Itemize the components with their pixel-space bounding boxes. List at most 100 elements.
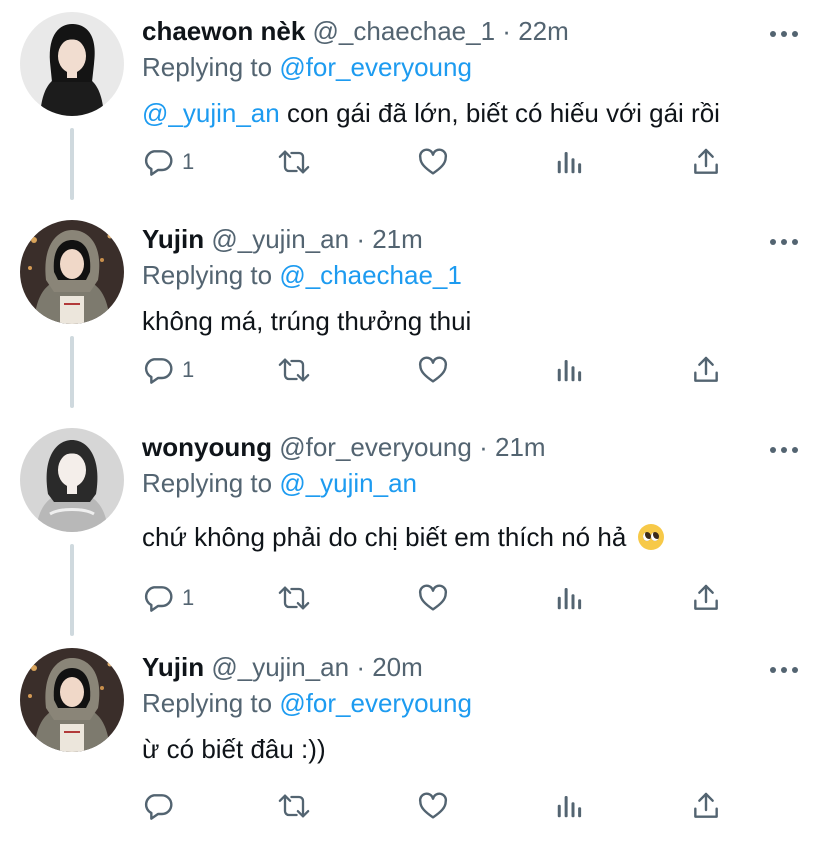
retweet-button[interactable] bbox=[276, 142, 312, 182]
share-button[interactable] bbox=[690, 350, 722, 390]
share-icon bbox=[694, 356, 718, 382]
reply-icon bbox=[144, 794, 173, 820]
separator: · bbox=[502, 16, 511, 46]
retweet-icon bbox=[278, 150, 310, 174]
replying-to-handle[interactable]: @_chaechae_1 bbox=[279, 260, 462, 290]
separator: · bbox=[479, 432, 488, 462]
tweet-header: wonyoung @for_everyoung · 21m bbox=[142, 430, 748, 464]
tweet-text: chứ không phải do chị biết em thích nó h… bbox=[142, 520, 664, 554]
separator: · bbox=[356, 652, 365, 682]
tweet-text: không má, trúng thưởng thui bbox=[142, 304, 471, 338]
tweet-text: ừ có biết đâu :)) bbox=[142, 732, 326, 766]
user-handle[interactable]: @_yujin_an bbox=[211, 652, 349, 682]
replying-to: Replying to @_yujin_an bbox=[142, 466, 417, 500]
tweet-text-content: ừ có biết đâu :)) bbox=[142, 734, 326, 764]
like-icon bbox=[418, 356, 448, 383]
display-name[interactable]: Yujin bbox=[142, 224, 204, 254]
like-icon bbox=[418, 792, 448, 819]
replying-to: Replying to @for_everyoung bbox=[142, 50, 472, 84]
share-icon bbox=[694, 148, 718, 174]
like-icon bbox=[418, 584, 448, 611]
replying-to: Replying to @for_everyoung bbox=[142, 686, 472, 720]
tweet-text: @_yujin_an con gái đã lớn, biết có hiếu … bbox=[142, 96, 720, 130]
reply-button[interactable]: 1 bbox=[142, 350, 194, 390]
display-name[interactable]: chaewon nèk bbox=[142, 16, 305, 46]
share-icon bbox=[694, 792, 718, 818]
tweet[interactable]: chaewon nèk @_chaechae_1 · 22m Replying … bbox=[0, 0, 828, 208]
pleading-face-emoji bbox=[637, 524, 664, 550]
tweet[interactable]: Yujin @_yujin_an · 20m Replying to @for_… bbox=[0, 636, 828, 844]
tweet[interactable]: Yujin @_yujin_an · 21m Replying to @_cha… bbox=[0, 208, 828, 416]
analytics-icon bbox=[557, 796, 582, 818]
replying-to-handle[interactable]: @for_everyoung bbox=[279, 688, 472, 718]
avatar-yujin[interactable] bbox=[20, 220, 124, 324]
avatar-wonyoung[interactable] bbox=[20, 428, 124, 532]
timestamp[interactable]: 21m bbox=[372, 224, 423, 254]
reply-button[interactable]: 1 bbox=[142, 142, 194, 182]
reply-button[interactable]: 1 bbox=[142, 578, 194, 618]
display-name[interactable]: wonyoung bbox=[142, 432, 272, 462]
reply-icon bbox=[144, 586, 173, 612]
tweet-text-content: không má, trúng thưởng thui bbox=[142, 306, 472, 336]
share-button[interactable] bbox=[690, 578, 722, 618]
replying-to-label: Replying to bbox=[142, 468, 280, 498]
like-button[interactable] bbox=[416, 350, 450, 390]
replying-to-label: Replying to bbox=[142, 260, 280, 290]
analytics-icon bbox=[557, 152, 582, 174]
avatar-chaewon[interactable] bbox=[20, 12, 124, 116]
reply-count: 1 bbox=[182, 149, 195, 174]
tweet-text-content: chứ không phải do chị biết em thích nó h… bbox=[142, 522, 627, 552]
more-options-icon[interactable] bbox=[770, 30, 798, 38]
retweet-button[interactable] bbox=[276, 578, 312, 618]
analytics-button[interactable] bbox=[554, 350, 584, 390]
user-handle[interactable]: @for_everyoung bbox=[279, 432, 472, 462]
reply-icon bbox=[144, 150, 173, 176]
more-options-icon[interactable] bbox=[770, 446, 798, 454]
analytics-button[interactable] bbox=[554, 578, 584, 618]
analytics-button[interactable] bbox=[554, 142, 584, 182]
timestamp[interactable]: 21m bbox=[495, 432, 546, 462]
more-options-icon[interactable] bbox=[770, 238, 798, 246]
replying-to-handle[interactable]: @_yujin_an bbox=[279, 468, 417, 498]
user-handle[interactable]: @_chaechae_1 bbox=[313, 16, 496, 46]
reply-count: 1 bbox=[182, 357, 195, 382]
replying-to: Replying to @_chaechae_1 bbox=[142, 258, 462, 292]
like-button[interactable] bbox=[416, 786, 450, 826]
retweet-icon bbox=[278, 586, 310, 610]
replying-to-handle[interactable]: @for_everyoung bbox=[279, 52, 472, 82]
reply-button[interactable] bbox=[142, 786, 182, 826]
like-icon bbox=[418, 148, 448, 175]
tweet-header: Yujin @_yujin_an · 20m bbox=[142, 650, 748, 684]
tweet-actions: 1 bbox=[142, 142, 742, 182]
timestamp[interactable]: 22m bbox=[518, 16, 569, 46]
tweet-header: Yujin @_yujin_an · 21m bbox=[142, 222, 748, 256]
replying-to-label: Replying to bbox=[142, 688, 280, 718]
reply-icon bbox=[144, 358, 173, 384]
user-handle[interactable]: @_yujin_an bbox=[211, 224, 349, 254]
analytics-icon bbox=[557, 588, 582, 610]
timestamp[interactable]: 20m bbox=[372, 652, 423, 682]
analytics-icon bbox=[557, 360, 582, 382]
tweet[interactable]: wonyoung @for_everyoung · 21m Replying t… bbox=[0, 416, 828, 624]
share-button[interactable] bbox=[690, 142, 722, 182]
like-button[interactable] bbox=[416, 578, 450, 618]
share-button[interactable] bbox=[690, 786, 722, 826]
reply-count: 1 bbox=[182, 585, 195, 610]
tweet-actions: 1 bbox=[142, 350, 742, 390]
retweet-icon bbox=[278, 358, 310, 382]
tweet-text-content: con gái đã lớn, biết có hiếu với gái rồi bbox=[279, 98, 720, 128]
separator: · bbox=[356, 224, 365, 254]
avatar-yujin[interactable] bbox=[20, 648, 124, 752]
share-icon bbox=[694, 584, 718, 610]
mention-link[interactable]: @_yujin_an bbox=[142, 98, 280, 128]
tweet-actions bbox=[142, 786, 742, 826]
more-options-icon[interactable] bbox=[770, 666, 798, 674]
retweet-button[interactable] bbox=[276, 350, 312, 390]
like-button[interactable] bbox=[416, 142, 450, 182]
retweet-button[interactable] bbox=[276, 786, 312, 826]
display-name[interactable]: Yujin bbox=[142, 652, 204, 682]
tweet-header: chaewon nèk @_chaechae_1 · 22m bbox=[142, 14, 748, 48]
retweet-icon bbox=[278, 794, 310, 818]
analytics-button[interactable] bbox=[554, 786, 584, 826]
tweet-actions: 1 bbox=[142, 578, 742, 618]
